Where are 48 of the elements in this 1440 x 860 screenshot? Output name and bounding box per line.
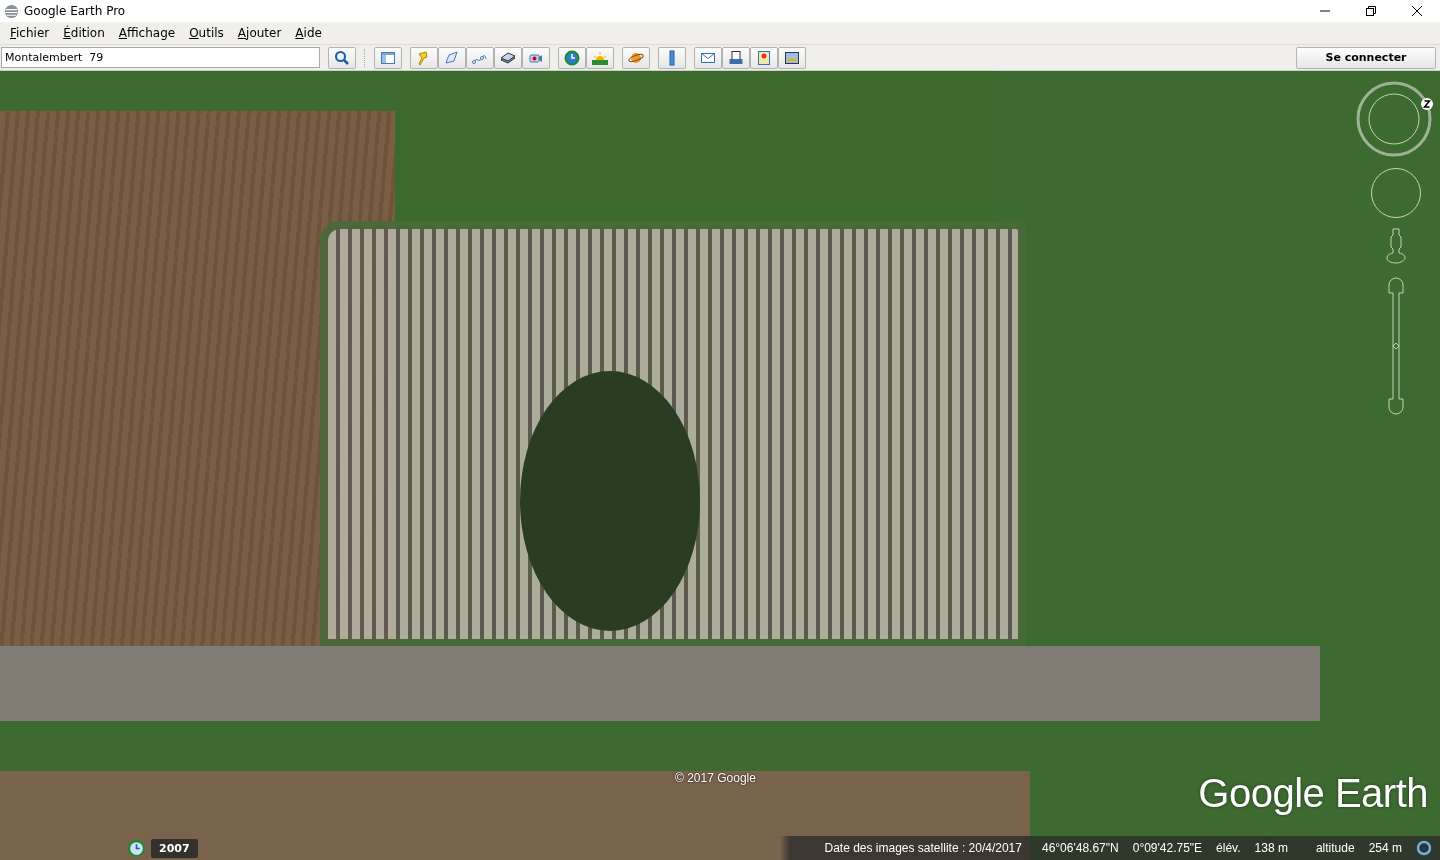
clock-icon <box>564 49 580 66</box>
image-icon <box>784 49 800 66</box>
copyright-text: © 2017 Google <box>675 771 756 785</box>
sunlight-button[interactable] <box>586 46 614 69</box>
sidebar-icon <box>380 49 396 66</box>
search-icon <box>334 49 350 66</box>
elevation-value: 138 m <box>1254 841 1288 855</box>
historical-imagery-button[interactable] <box>558 46 586 69</box>
placemark-button[interactable] <box>410 46 438 69</box>
map-pin-icon <box>756 49 772 66</box>
email-button[interactable] <box>694 46 722 69</box>
elevation-label: élév. <box>1216 841 1241 855</box>
zoom-slider-thumb[interactable] <box>1392 342 1400 350</box>
sunrise-icon <box>592 49 608 66</box>
menu-item[interactable]: Ajouter <box>230 26 289 40</box>
image-overlay-button[interactable] <box>494 46 522 69</box>
window-title: Google Earth Pro <box>24 4 126 18</box>
altitude-label: altitude <box>1315 841 1355 855</box>
historical-year-badge[interactable]: 2007 <box>151 838 198 858</box>
altitude-value: 254 m <box>1368 841 1402 855</box>
sidebar-toggle-button[interactable] <box>374 46 402 69</box>
globe-icon <box>4 3 19 19</box>
pegman-icon[interactable] <box>1385 227 1407 265</box>
menu-item[interactable]: Affichage <box>111 26 183 40</box>
sign-in-button[interactable]: Se connecter <box>1296 46 1436 69</box>
planet-button[interactable] <box>622 46 650 69</box>
ruler-button[interactable] <box>658 46 686 69</box>
save-image-button[interactable] <box>778 46 806 69</box>
google-earth-logo: Google Earth <box>1198 771 1428 816</box>
menu-item[interactable]: Édition <box>56 26 112 40</box>
search-button[interactable] <box>328 46 356 69</box>
search-field[interactable]: Montalembert 79 <box>1 47 320 68</box>
look-joystick-icon[interactable] <box>1370 167 1422 219</box>
polygon-icon <box>444 49 460 66</box>
polygon-button[interactable] <box>438 46 466 69</box>
menu-item[interactable]: Outils <box>182 26 231 40</box>
imagery-date: Date des images satellite : 20/4/2017 <box>824 841 1022 855</box>
printer-icon <box>728 49 744 66</box>
print-button[interactable] <box>722 46 750 69</box>
menu-item[interactable]: Fichier <box>3 26 57 40</box>
tour-button[interactable] <box>522 46 550 69</box>
restore-icon[interactable] <box>1365 5 1377 17</box>
longitude: 0°09'42.75"E <box>1132 841 1203 855</box>
menu-item[interactable]: Aide <box>288 26 329 40</box>
streaming-ring-icon <box>1416 840 1432 856</box>
latitude: 46°06'48.67"N <box>1041 841 1119 855</box>
close-icon[interactable] <box>1411 5 1423 17</box>
google-maps-button[interactable] <box>750 46 778 69</box>
